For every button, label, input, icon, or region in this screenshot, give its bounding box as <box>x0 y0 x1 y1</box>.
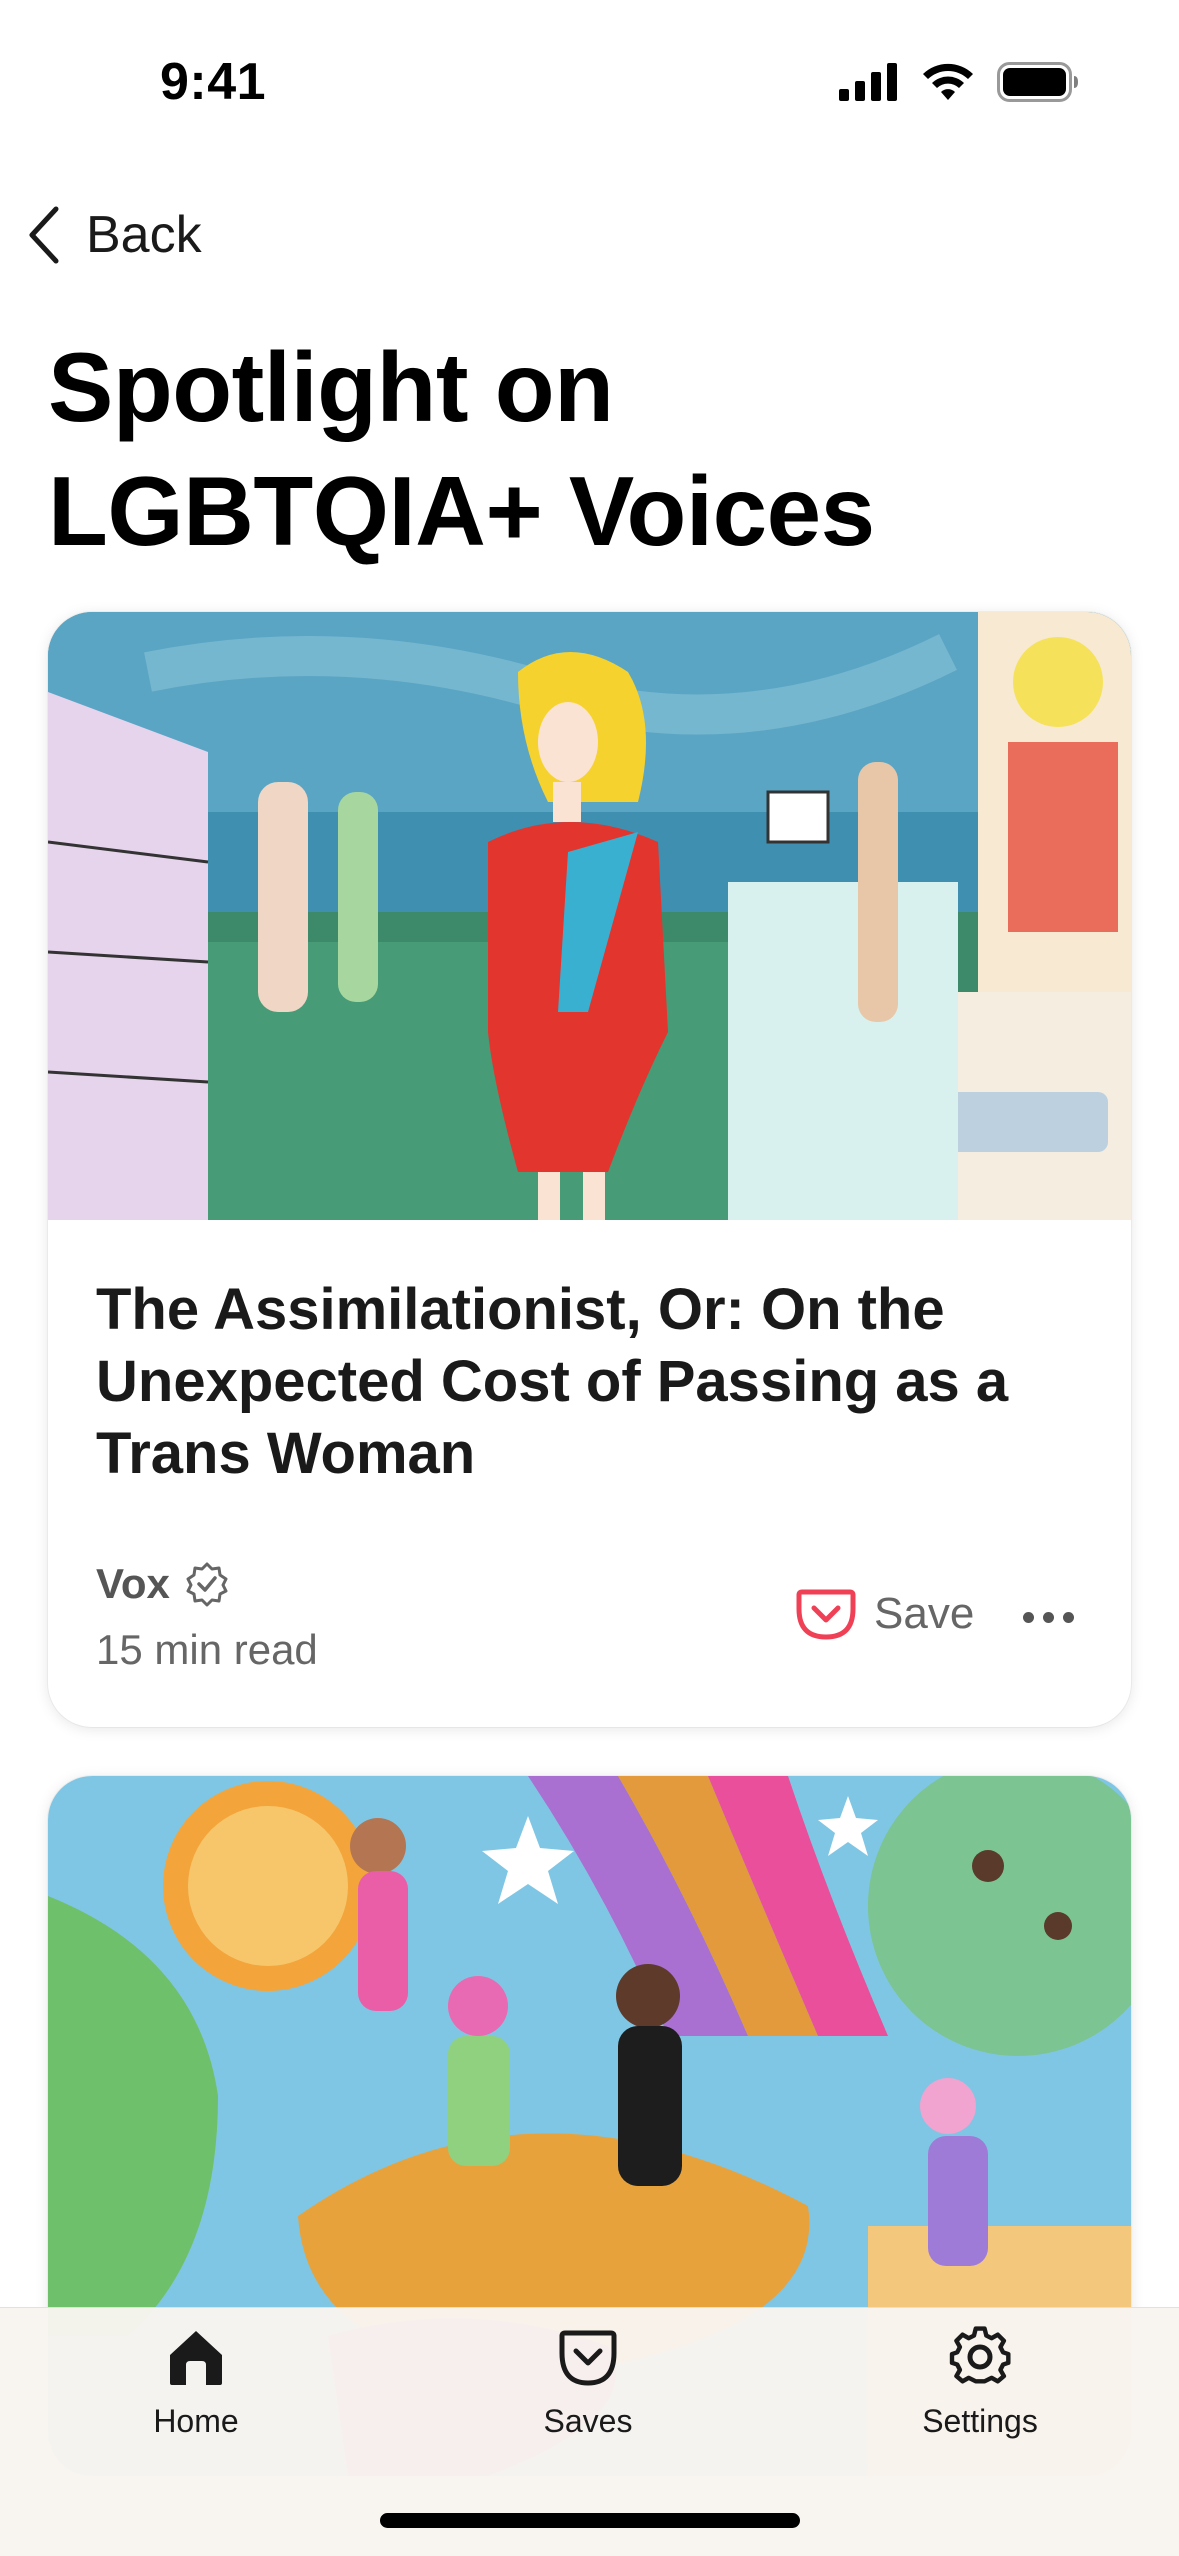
status-bar: 9:41 <box>0 0 1179 170</box>
pocket-icon <box>559 2330 617 2386</box>
battery-icon <box>997 62 1078 102</box>
tab-saves[interactable]: Saves <box>468 2325 708 2440</box>
save-label: Save <box>874 1589 975 1638</box>
tab-home[interactable]: Home <box>76 2325 316 2440</box>
article-title[interactable]: The Assimilationist, Or: On the Unexpect… <box>96 1274 1096 1490</box>
back-label: Back <box>86 206 202 264</box>
publisher-row: Vox <box>96 1560 318 1608</box>
tab-settings[interactable]: Settings <box>860 2325 1100 2440</box>
save-button[interactable]: Save <box>796 1587 974 1641</box>
tab-label: Saves <box>543 2403 633 2439</box>
home-icon <box>170 2331 222 2385</box>
home-indicator <box>380 2513 800 2528</box>
more-dot-icon <box>1042 1611 1054 1623</box>
tab-label: Home <box>153 2403 239 2439</box>
more-dot-icon <box>1022 1611 1034 1623</box>
more-options-button[interactable] <box>1008 1587 1088 1647</box>
tab-label: Settings <box>922 2403 1038 2439</box>
status-icons <box>839 62 1079 102</box>
back-button[interactable]: Back <box>24 205 202 265</box>
page-title: Spotlight on LGBTQIA+ Voices <box>48 332 875 566</box>
article-card[interactable]: The Assimilationist, Or: On the Unexpect… <box>48 612 1131 1727</box>
wifi-icon <box>923 63 973 100</box>
more-dot-icon <box>1062 1611 1074 1623</box>
status-time: 9:41 <box>160 53 267 111</box>
gear-icon <box>949 2326 1011 2384</box>
pocket-icon <box>796 1589 856 1640</box>
article-image <box>48 612 1131 1220</box>
read-time: 15 min read <box>96 1626 318 1673</box>
publisher-name: Vox <box>96 1560 170 1607</box>
article-meta: Vox 15 min read <box>96 1560 318 1674</box>
cellular-signal-icon <box>839 63 897 101</box>
chevron-left-icon <box>29 206 59 264</box>
verified-badge-icon <box>186 1562 228 1607</box>
